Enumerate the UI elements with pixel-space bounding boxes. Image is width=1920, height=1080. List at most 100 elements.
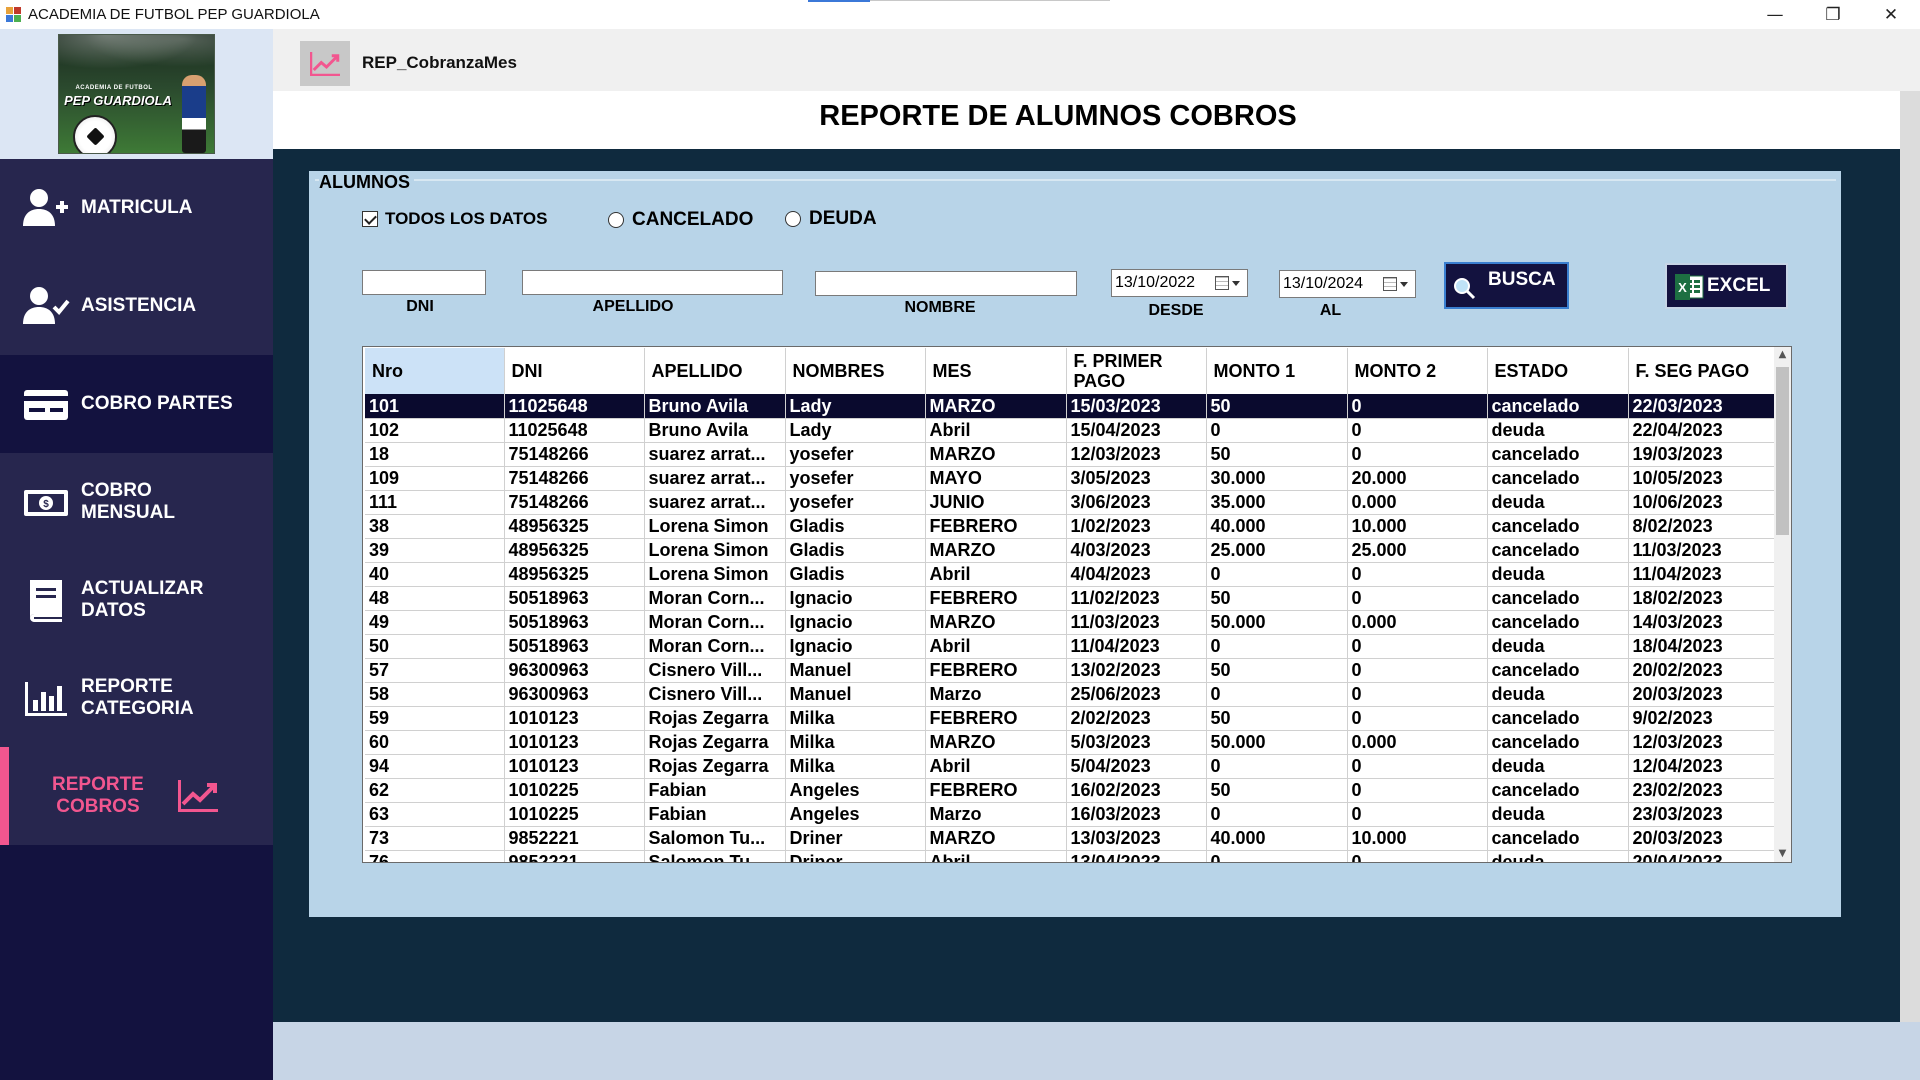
table-cell[interactable]: 13/02/2023: [1066, 658, 1207, 683]
table-cell[interactable]: 10/06/2023: [1628, 490, 1777, 515]
table-cell[interactable]: 0: [1206, 562, 1348, 587]
table-cell[interactable]: 3/05/2023: [1066, 466, 1207, 491]
column-header[interactable]: F. SEG PAGO: [1628, 348, 1777, 394]
table-cell[interactable]: 20/03/2023: [1628, 826, 1777, 851]
table-cell[interactable]: 50: [1206, 778, 1348, 803]
todos-checkbox[interactable]: TODOS LOS DATOS: [362, 209, 547, 229]
table-cell[interactable]: 3/06/2023: [1066, 490, 1207, 515]
table-cell[interactable]: FEBRERO: [925, 706, 1067, 731]
table-cell[interactable]: cancelado: [1487, 778, 1629, 803]
sidebar-item-reporte-categoria[interactable]: REPORTE CATEGORIA: [0, 649, 273, 747]
column-header[interactable]: MONTO 2: [1347, 348, 1488, 394]
column-header[interactable]: MES: [925, 348, 1067, 394]
table-cell[interactable]: cancelado: [1487, 394, 1629, 419]
table-cell[interactable]: 0: [1206, 850, 1348, 862]
column-header[interactable]: NOMBRES: [785, 348, 926, 394]
table-cell[interactable]: Milka: [785, 754, 926, 779]
table-cell[interactable]: 25.000: [1206, 538, 1348, 563]
table-cell[interactable]: 48956325: [504, 514, 645, 539]
table-cell[interactable]: 19/03/2023: [1628, 442, 1777, 467]
table-cell[interactable]: 22/03/2023: [1628, 394, 1777, 419]
table-cell[interactable]: Driner: [785, 826, 926, 851]
table-row[interactable]: 50 50518963 Moran Corn... Ignacio Abril 11/04…: [365, 634, 1777, 659]
table-cell[interactable]: 0: [1206, 634, 1348, 659]
table-cell[interactable]: Lorena Simon: [644, 562, 786, 587]
minimize-button[interactable]: —: [1746, 0, 1804, 29]
table-cell[interactable]: 48: [365, 586, 505, 611]
table-cell[interactable]: Ignacio: [785, 634, 926, 659]
calendar-icon[interactable]: [1215, 276, 1240, 290]
table-cell[interactable]: 11/04/2023: [1628, 562, 1777, 587]
table-cell[interactable]: 75148266: [504, 490, 645, 515]
table-cell[interactable]: cancelado: [1487, 538, 1629, 563]
table-cell[interactable]: Abril: [925, 634, 1067, 659]
table-cell[interactable]: suarez arrat...: [644, 490, 786, 515]
table-row[interactable]: 73 9852221 Salomon Tu... Driner MARZO 13/03/2…: [365, 826, 1777, 851]
table-row[interactable]: 60 1010123 Rojas Zegarra Milka MARZO 5/03/202…: [365, 730, 1777, 755]
table-cell[interactable]: 4/03/2023: [1066, 538, 1207, 563]
table-cell[interactable]: Gladis: [785, 562, 926, 587]
table-row[interactable]: 57 96300963 Cisnero Vill... Manuel FEBRERO 13…: [365, 658, 1777, 683]
table-cell[interactable]: cancelado: [1487, 586, 1629, 611]
table-cell[interactable]: 30.000: [1206, 466, 1348, 491]
table-cell[interactable]: 40.000: [1206, 826, 1348, 851]
table-cell[interactable]: deuda: [1487, 802, 1629, 827]
table-cell[interactable]: 75148266: [504, 466, 645, 491]
table-cell[interactable]: 15/03/2023: [1066, 394, 1207, 419]
table-cell[interactable]: Rojas Zegarra: [644, 754, 786, 779]
table-cell[interactable]: 0: [1347, 682, 1488, 707]
table-cell[interactable]: Gladis: [785, 514, 926, 539]
table-cell[interactable]: Cisnero Vill...: [644, 682, 786, 707]
table-cell[interactable]: 48956325: [504, 538, 645, 563]
sidebar-item-cobro-mensual[interactable]: $ COBRO MENSUAL: [0, 453, 273, 551]
table-cell[interactable]: Driner: [785, 850, 926, 862]
table-row[interactable]: 109 75148266 suarez arrat... yosefer MAYO 3/0…: [365, 466, 1777, 491]
table-cell[interactable]: 102: [365, 418, 505, 443]
table-cell[interactable]: Salomon Tu...: [644, 826, 786, 851]
table-row[interactable]: 62 1010225 Fabian Angeles FEBRERO 16/02/2023 5…: [365, 778, 1777, 803]
table-cell[interactable]: 14/03/2023: [1628, 610, 1777, 635]
table-cell[interactable]: 2/02/2023: [1066, 706, 1207, 731]
table-row[interactable]: 48 50518963 Moran Corn... Ignacio FEBRERO 11/…: [365, 586, 1777, 611]
table-cell[interactable]: 10/05/2023: [1628, 466, 1777, 491]
table-cell[interactable]: 9852221: [504, 850, 645, 862]
table-cell[interactable]: 50.000: [1206, 610, 1348, 635]
table-cell[interactable]: FEBRERO: [925, 586, 1067, 611]
table-cell[interactable]: 9852221: [504, 826, 645, 851]
table-cell[interactable]: 25/06/2023: [1066, 682, 1207, 707]
table-cell[interactable]: MARZO: [925, 826, 1067, 851]
table-cell[interactable]: 13/03/2023: [1066, 826, 1207, 851]
table-cell[interactable]: 10.000: [1347, 826, 1488, 851]
table-cell[interactable]: 50: [365, 634, 505, 659]
table-cell[interactable]: 12/04/2023: [1628, 754, 1777, 779]
table-cell[interactable]: Bruno Avila: [644, 418, 786, 443]
table-cell[interactable]: cancelado: [1487, 514, 1629, 539]
table-cell[interactable]: 1010123: [504, 754, 645, 779]
table-cell[interactable]: 0.000: [1347, 610, 1488, 635]
table-cell[interactable]: deuda: [1487, 754, 1629, 779]
sidebar-item-actualizar-datos[interactable]: ACTUALIZAR DATOS: [0, 551, 273, 649]
table-cell[interactable]: 0: [1347, 418, 1488, 443]
table-cell[interactable]: 25.000: [1347, 538, 1488, 563]
calendar-icon[interactable]: [1383, 277, 1408, 291]
table-cell[interactable]: 16/02/2023: [1066, 778, 1207, 803]
table-cell[interactable]: Rojas Zegarra: [644, 730, 786, 755]
table-cell[interactable]: Lady: [785, 394, 926, 419]
sidebar-item-matricula[interactable]: MATRICULA: [0, 159, 273, 257]
table-cell[interactable]: Abril: [925, 754, 1067, 779]
table-cell[interactable]: cancelado: [1487, 706, 1629, 731]
vertical-scrollbar[interactable]: ▲ ▼: [1774, 347, 1791, 862]
scroll-down-icon[interactable]: ▼: [1774, 846, 1791, 862]
table-cell[interactable]: deuda: [1487, 634, 1629, 659]
sidebar-item-cobro-partes[interactable]: COBRO PARTES: [0, 355, 273, 453]
table-cell[interactable]: Milka: [785, 706, 926, 731]
table-cell[interactable]: cancelado: [1487, 442, 1629, 467]
table-cell[interactable]: Moran Corn...: [644, 634, 786, 659]
table-cell[interactable]: Lorena Simon: [644, 514, 786, 539]
close-button[interactable]: ✕: [1862, 0, 1920, 29]
table-cell[interactable]: 0: [1347, 586, 1488, 611]
table-cell[interactable]: 111: [365, 490, 505, 515]
table-cell[interactable]: 4/04/2023: [1066, 562, 1207, 587]
table-cell[interactable]: deuda: [1487, 418, 1629, 443]
table-cell[interactable]: 0: [1347, 634, 1488, 659]
